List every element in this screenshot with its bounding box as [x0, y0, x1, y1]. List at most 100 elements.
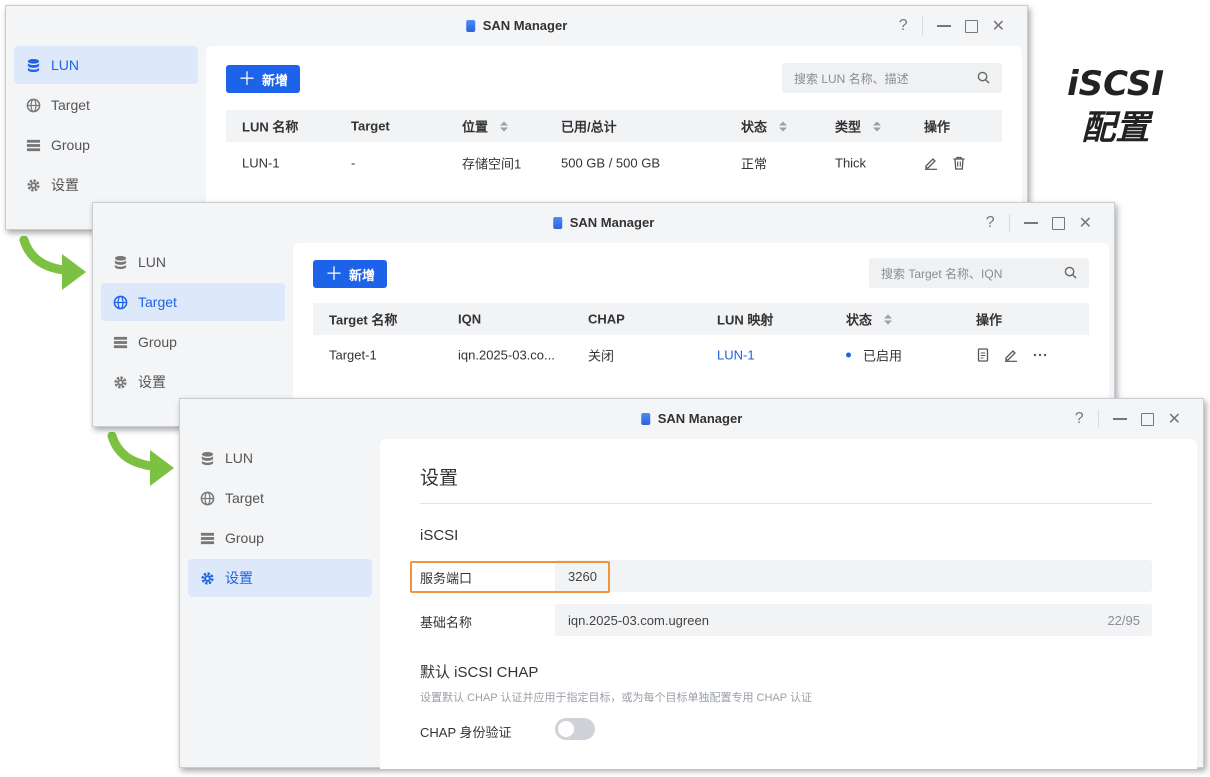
minimize-icon[interactable] — [1112, 418, 1127, 420]
window-target: SAN Manager ? ✕ LUN Target Group 设置 ＋新增 … — [92, 202, 1115, 427]
close-icon[interactable]: ✕ — [992, 16, 1005, 36]
globe-icon — [26, 98, 41, 112]
column-header-sortable[interactable]: 类型 — [835, 117, 882, 136]
page-title: 设置 — [420, 468, 459, 489]
lun-table-header: LUN 名称 Target 位置 已用/总计 状态 类型 操作 — [226, 110, 1002, 142]
status-dot — [846, 352, 851, 358]
sidebar-item-settings[interactable]: 设置 — [101, 363, 285, 401]
edit-icon[interactable] — [1004, 348, 1018, 362]
sidebar-item-label: Group — [138, 334, 177, 350]
sidebar-item-lun[interactable]: LUN — [14, 46, 198, 84]
column-header-sortable[interactable]: 状态 — [846, 310, 893, 329]
help-icon[interactable]: ? — [1075, 410, 1084, 428]
gear-icon — [27, 178, 40, 192]
list-icon — [200, 532, 215, 544]
column-header-label: 位置 — [462, 119, 489, 135]
sidebar-item-label: Group — [51, 137, 90, 153]
sidebar-item-lun[interactable]: LUN — [101, 243, 285, 281]
list-icon — [26, 139, 41, 151]
column-header: 操作 — [976, 312, 1003, 328]
sidebar-item-group[interactable]: Group — [188, 519, 372, 557]
lun-target: - — [351, 155, 356, 171]
sidebar-item-group[interactable]: Group — [101, 323, 285, 361]
service-port-field[interactable]: 3260 — [555, 560, 1152, 592]
search-placeholder: 搜索 LUN 名称、描述 — [794, 71, 909, 86]
new-target-button[interactable]: ＋ 新增 — [313, 260, 388, 288]
char-counter: 22/95 — [1107, 612, 1140, 628]
sort-icon[interactable] — [500, 121, 509, 131]
lun-search-input[interactable]: 搜索 LUN 名称、描述 — [782, 63, 1002, 93]
new-button-label: 新增 — [349, 267, 376, 283]
sidebar-item-target[interactable]: Target — [14, 86, 198, 124]
column-header: 操作 — [924, 119, 951, 135]
minimize-icon[interactable] — [936, 25, 951, 27]
sidebar: LUN Target Group 设置 — [101, 243, 285, 403]
section-description: 设置默认 CHAP 认证并应用于指定目标，或为每个目标单独配置专用 CHAP 认… — [420, 692, 812, 704]
sidebar: LUN Target Group 设置 — [14, 46, 198, 206]
title-bar: SAN Manager ? ✕ — [93, 203, 1114, 243]
new-lun-button[interactable]: ＋ 新增 — [226, 65, 301, 93]
window-controls: ? ✕ — [1075, 409, 1181, 429]
section-title: 默认 iSCSI CHAP — [420, 664, 539, 681]
sidebar-item-target[interactable]: Target — [188, 479, 372, 517]
lun-usage: 500 GB / 500 GB — [561, 155, 661, 171]
settings-content: 设置 iSCSI 3260 服务端口 基础名称 iqn.2025-03.com.… — [380, 439, 1197, 769]
close-icon[interactable]: ✕ — [1079, 213, 1092, 233]
app-title-text: SAN Manager — [482, 18, 568, 33]
plus-icon: ＋ — [325, 264, 343, 284]
sidebar-item-group[interactable]: Group — [14, 126, 198, 164]
title-bar: SAN Manager ? ✕ — [6, 6, 1027, 46]
sidebar-item-lun[interactable]: LUN — [188, 439, 372, 477]
flow-arrow-icon — [19, 236, 86, 290]
minimize-icon[interactable] — [1023, 222, 1038, 224]
sidebar-item-label: 设置 — [51, 177, 79, 193]
divider — [921, 17, 923, 35]
search-placeholder: 搜索 Target 名称、IQN — [881, 266, 1003, 281]
column-header-sortable[interactable]: 位置 — [462, 117, 509, 136]
close-icon[interactable]: ✕ — [1168, 409, 1181, 429]
maximize-icon[interactable] — [1051, 216, 1065, 230]
app-icon — [465, 19, 475, 32]
base-name-field[interactable]: iqn.2025-03.com.ugreen 22/95 — [555, 604, 1152, 636]
sort-icon[interactable] — [873, 121, 882, 131]
sidebar-item-label: LUN — [225, 450, 254, 466]
chap-auth-toggle[interactable] — [555, 718, 595, 740]
help-icon[interactable]: ? — [899, 17, 908, 35]
search-icon[interactable] — [977, 71, 990, 84]
side-caption-line2: 配置 — [1081, 108, 1150, 148]
target-search-input[interactable]: 搜索 Target 名称、IQN — [869, 258, 1089, 288]
maximize-icon[interactable] — [964, 19, 978, 33]
search-icon[interactable] — [1064, 266, 1077, 279]
column-header-label: 状态 — [846, 312, 873, 328]
target-table-header: Target 名称 IQN CHAP LUN 映射 状态 操作 — [313, 303, 1089, 335]
chap-auth-label: CHAP 身份验证 — [420, 725, 512, 740]
table-row[interactable]: Target-1 iqn.2025-03.co... 关闭 LUN-1 已启用 — [313, 335, 1089, 375]
sidebar-item-label: LUN — [138, 254, 167, 270]
sort-icon[interactable] — [779, 121, 788, 131]
divider — [1008, 214, 1010, 232]
lun-location: 存储空间1 — [462, 156, 522, 172]
sort-icon[interactable] — [884, 314, 893, 324]
column-header-sortable[interactable]: 状态 — [741, 117, 788, 136]
more-icon[interactable] — [1032, 348, 1048, 362]
delete-icon[interactable] — [952, 156, 966, 170]
maximize-icon[interactable] — [1140, 412, 1154, 426]
app-title: SAN Manager — [465, 18, 568, 33]
lun-mapping-link[interactable]: LUN-1 — [717, 348, 755, 363]
column-header-label: 状态 — [741, 119, 768, 135]
app-icon — [640, 412, 650, 425]
table-row[interactable]: LUN-1 - 存储空间1 500 GB / 500 GB 正常 Thick — [226, 143, 1002, 183]
window-controls: ? ✕ — [899, 16, 1005, 36]
details-icon[interactable] — [976, 348, 990, 362]
app-title-text: SAN Manager — [569, 215, 655, 230]
sidebar-item-label: 设置 — [225, 570, 253, 586]
sidebar-item-target[interactable]: Target — [101, 283, 285, 321]
row-actions — [976, 348, 1048, 362]
sidebar-item-settings[interactable]: 设置 — [14, 166, 198, 204]
target-status: 已启用 — [846, 346, 902, 365]
gear-icon — [201, 571, 214, 585]
sidebar-item-settings[interactable]: 设置 — [188, 559, 372, 597]
help-icon[interactable]: ? — [986, 214, 995, 232]
app-title: SAN Manager — [640, 411, 742, 426]
edit-icon[interactable] — [924, 156, 938, 170]
